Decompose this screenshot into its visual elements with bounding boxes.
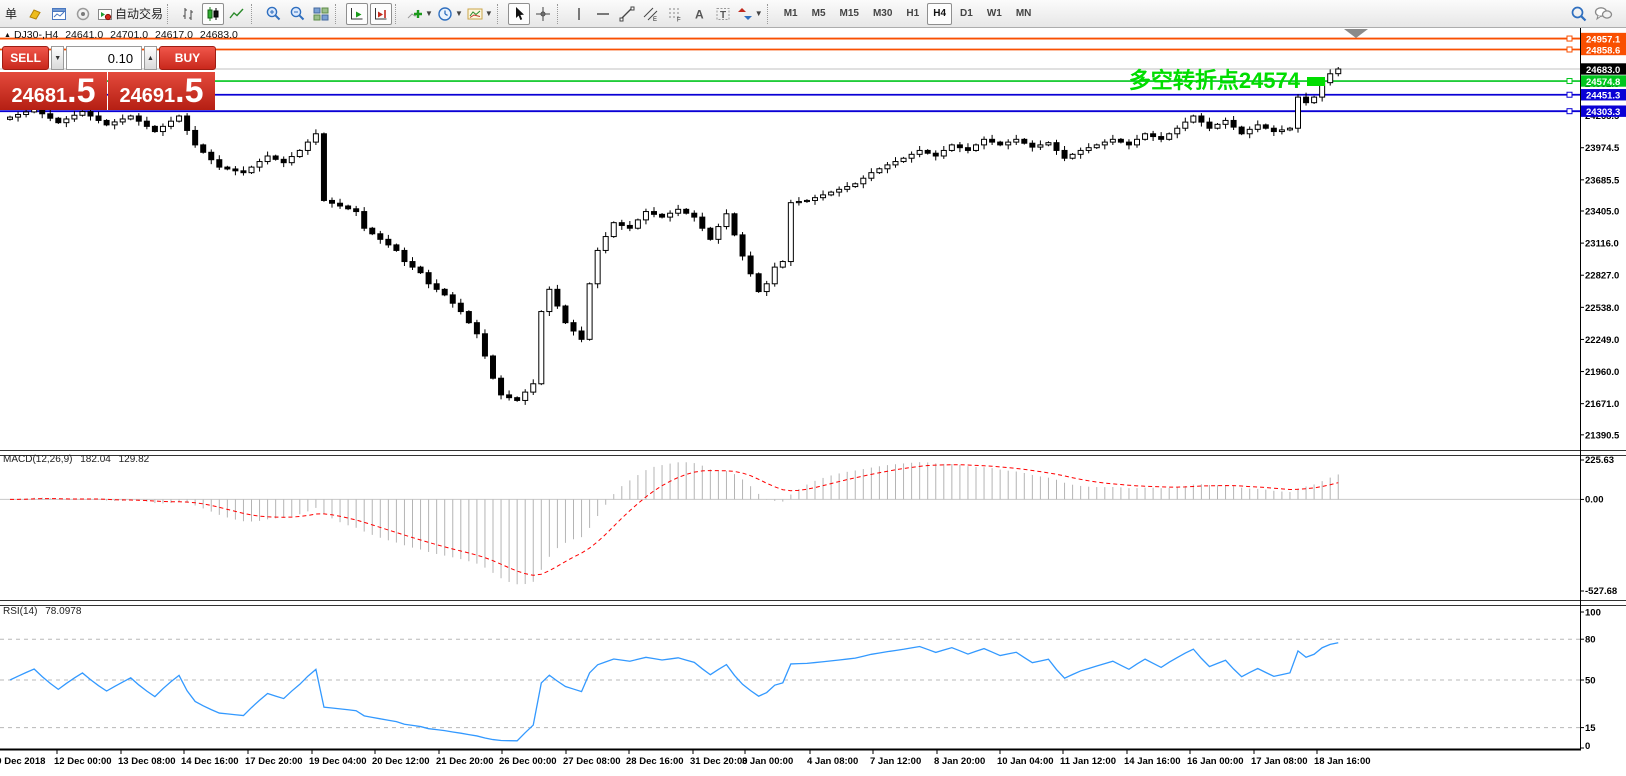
buy-price-display[interactable]: 24691.5 [108, 72, 215, 110]
macd-pane [0, 462, 1580, 584]
pivot-annotation[interactable]: 多空转折点24574 [1017, 63, 1300, 95]
svg-text:8 Jan 20:00: 8 Jan 20:00 [934, 756, 985, 767]
svg-text:24451.3: 24451.3 [1586, 91, 1620, 102]
rsi-label: RSI(14) 78.0978 [3, 606, 81, 617]
macd-label: MACD(12,26,9) 182.04 129.82 [3, 454, 149, 465]
sell-button[interactable]: SELL [2, 46, 49, 70]
rsi-scale-tick: 100 [1585, 608, 1601, 619]
macd-value-signal: 129.82 [119, 454, 150, 465]
rsi-title: RSI(14) [3, 606, 37, 617]
svg-text:24858.6: 24858.6 [1586, 45, 1620, 56]
price-line-label[interactable]: 24957.1 [1581, 33, 1626, 46]
symbol-period: DJ30-,H4 [14, 29, 58, 41]
svg-text:17 Jan 08:00: 17 Jan 08:00 [1251, 756, 1308, 767]
svg-text:24303.3: 24303.3 [1586, 107, 1620, 118]
annotation-box[interactable] [1307, 77, 1325, 86]
sell-price-display[interactable]: 24681.5 [0, 72, 107, 110]
candle-series [8, 67, 1341, 405]
sell-price-frac: .5 [67, 72, 95, 111]
svg-text:21 Dec 20:00: 21 Dec 20:00 [436, 756, 494, 767]
rsi-scale-tick: 50 [1585, 676, 1596, 687]
chart-end-marker-icon [1344, 29, 1368, 38]
main-pane[interactable] [0, 36, 1580, 405]
svg-text:22538.0: 22538.0 [1585, 303, 1619, 314]
svg-text:24957.1: 24957.1 [1586, 34, 1621, 45]
price-line-label[interactable]: 24303.3 [1581, 105, 1626, 118]
svg-text:23116.0: 23116.0 [1585, 239, 1619, 250]
rsi-pane [0, 639, 1580, 741]
svg-text:21390.5: 21390.5 [1585, 430, 1620, 441]
macd-histogram [10, 462, 1338, 584]
svg-text:11 Jan 12:00: 11 Jan 12:00 [1060, 756, 1116, 767]
direction-up-icon: ▲ [4, 32, 11, 39]
buy-price-frac: .5 [175, 72, 203, 111]
price-line-label[interactable]: 24858.6 [1581, 44, 1626, 57]
svg-text:3 Jan 00:00: 3 Jan 00:00 [742, 756, 793, 767]
rsi-line [10, 643, 1338, 741]
svg-text:18 Jan 16:00: 18 Jan 16:00 [1314, 756, 1371, 767]
macd-scale-tick: -527.68 [1585, 586, 1617, 597]
time-axis-labels: 10 Dec 2018 12 Dec 00:00 13 Dec 08:00 14 De… [0, 749, 1371, 767]
volume-input[interactable] [66, 46, 142, 70]
volume-decrease-button[interactable]: ▼ [51, 46, 64, 70]
svg-text:10 Dec 2018: 10 Dec 2018 [0, 756, 45, 767]
macd-scale-tick: 0.00 [1585, 494, 1604, 505]
svg-text:22249.0: 22249.0 [1585, 335, 1619, 346]
svg-text:27 Dec 08:00: 27 Dec 08:00 [563, 756, 621, 767]
price-line-label[interactable]: 24683.0 [1581, 63, 1626, 76]
svg-text:23405.0: 23405.0 [1585, 207, 1619, 218]
svg-text:16 Jan 00:00: 16 Jan 00:00 [1187, 756, 1244, 767]
macd-value-main: 182.04 [80, 454, 111, 465]
svg-text:31 Dec 20:00: 31 Dec 20:00 [690, 756, 748, 767]
svg-text:13 Dec 08:00: 13 Dec 08:00 [118, 756, 176, 767]
mt4-window: { "toolbar": { "new_order_label": "单", "… [0, 0, 1626, 776]
svg-text:26 Dec 00:00: 26 Dec 00:00 [499, 756, 557, 767]
svg-text:4 Jan 08:00: 4 Jan 08:00 [807, 756, 858, 767]
rsi-scale-tick: 15 [1585, 723, 1596, 734]
svg-text:24683.0: 24683.0 [1586, 65, 1620, 76]
svg-text:24574.8: 24574.8 [1586, 77, 1620, 88]
price-line[interactable] [0, 92, 1580, 97]
svg-text:7 Jan 12:00: 7 Jan 12:00 [870, 756, 921, 767]
sell-price-main: 24681 [12, 77, 68, 115]
rsi-value: 78.0978 [45, 606, 81, 617]
svg-text:28 Dec 16:00: 28 Dec 16:00 [626, 756, 684, 767]
svg-text:14 Dec 16:00: 14 Dec 16:00 [181, 756, 239, 767]
price-line[interactable] [0, 79, 1580, 84]
macd-scale-tick: 225.63 [1585, 455, 1614, 466]
header-close: 24683.0 [200, 29, 238, 41]
svg-text:23685.5: 23685.5 [1585, 175, 1620, 186]
header-low: 24617.0 [155, 29, 193, 41]
svg-text:14 Jan 16:00: 14 Jan 16:00 [1124, 756, 1181, 767]
chart-canvas[interactable]: 24841.524552.524263.523974.523685.523405… [0, 0, 1626, 776]
price-line[interactable] [0, 47, 1580, 52]
price-line-label[interactable]: 24574.8 [1581, 75, 1626, 88]
header-open: 24641.0 [65, 29, 103, 41]
rsi-scale-tick: 80 [1585, 635, 1596, 646]
header-high: 24701.0 [110, 29, 148, 41]
svg-text:23974.5: 23974.5 [1585, 143, 1620, 154]
price-line-label[interactable]: 24451.3 [1581, 89, 1626, 102]
price-line[interactable] [0, 109, 1580, 114]
chart-header: ▲DJ30-,H4 24641.0 24701.0 24617.0 24683.… [4, 29, 242, 41]
svg-text:21671.0: 21671.0 [1585, 399, 1619, 410]
buy-price-main: 24691 [120, 77, 176, 115]
svg-text:21960.0: 21960.0 [1585, 367, 1619, 378]
macd-signal-line [10, 465, 1338, 576]
buy-button[interactable]: BUY [159, 46, 216, 70]
svg-text:10 Jan 04:00: 10 Jan 04:00 [997, 756, 1054, 767]
rsi-scale-tick: 0 [1585, 741, 1590, 752]
svg-text:12 Dec 00:00: 12 Dec 00:00 [54, 756, 112, 767]
svg-text:22827.0: 22827.0 [1585, 271, 1619, 282]
volume-increase-button[interactable]: ▲ [144, 46, 157, 70]
svg-text:20 Dec 12:00: 20 Dec 12:00 [372, 756, 430, 767]
svg-text:17 Dec 20:00: 17 Dec 20:00 [245, 756, 303, 767]
one-click-trading-panel: SELL ▼ ▲ BUY 24681.5 24691.5 [0, 46, 216, 111]
macd-title: MACD(12,26,9) [3, 454, 72, 465]
svg-text:19 Dec 04:00: 19 Dec 04:00 [309, 756, 367, 767]
